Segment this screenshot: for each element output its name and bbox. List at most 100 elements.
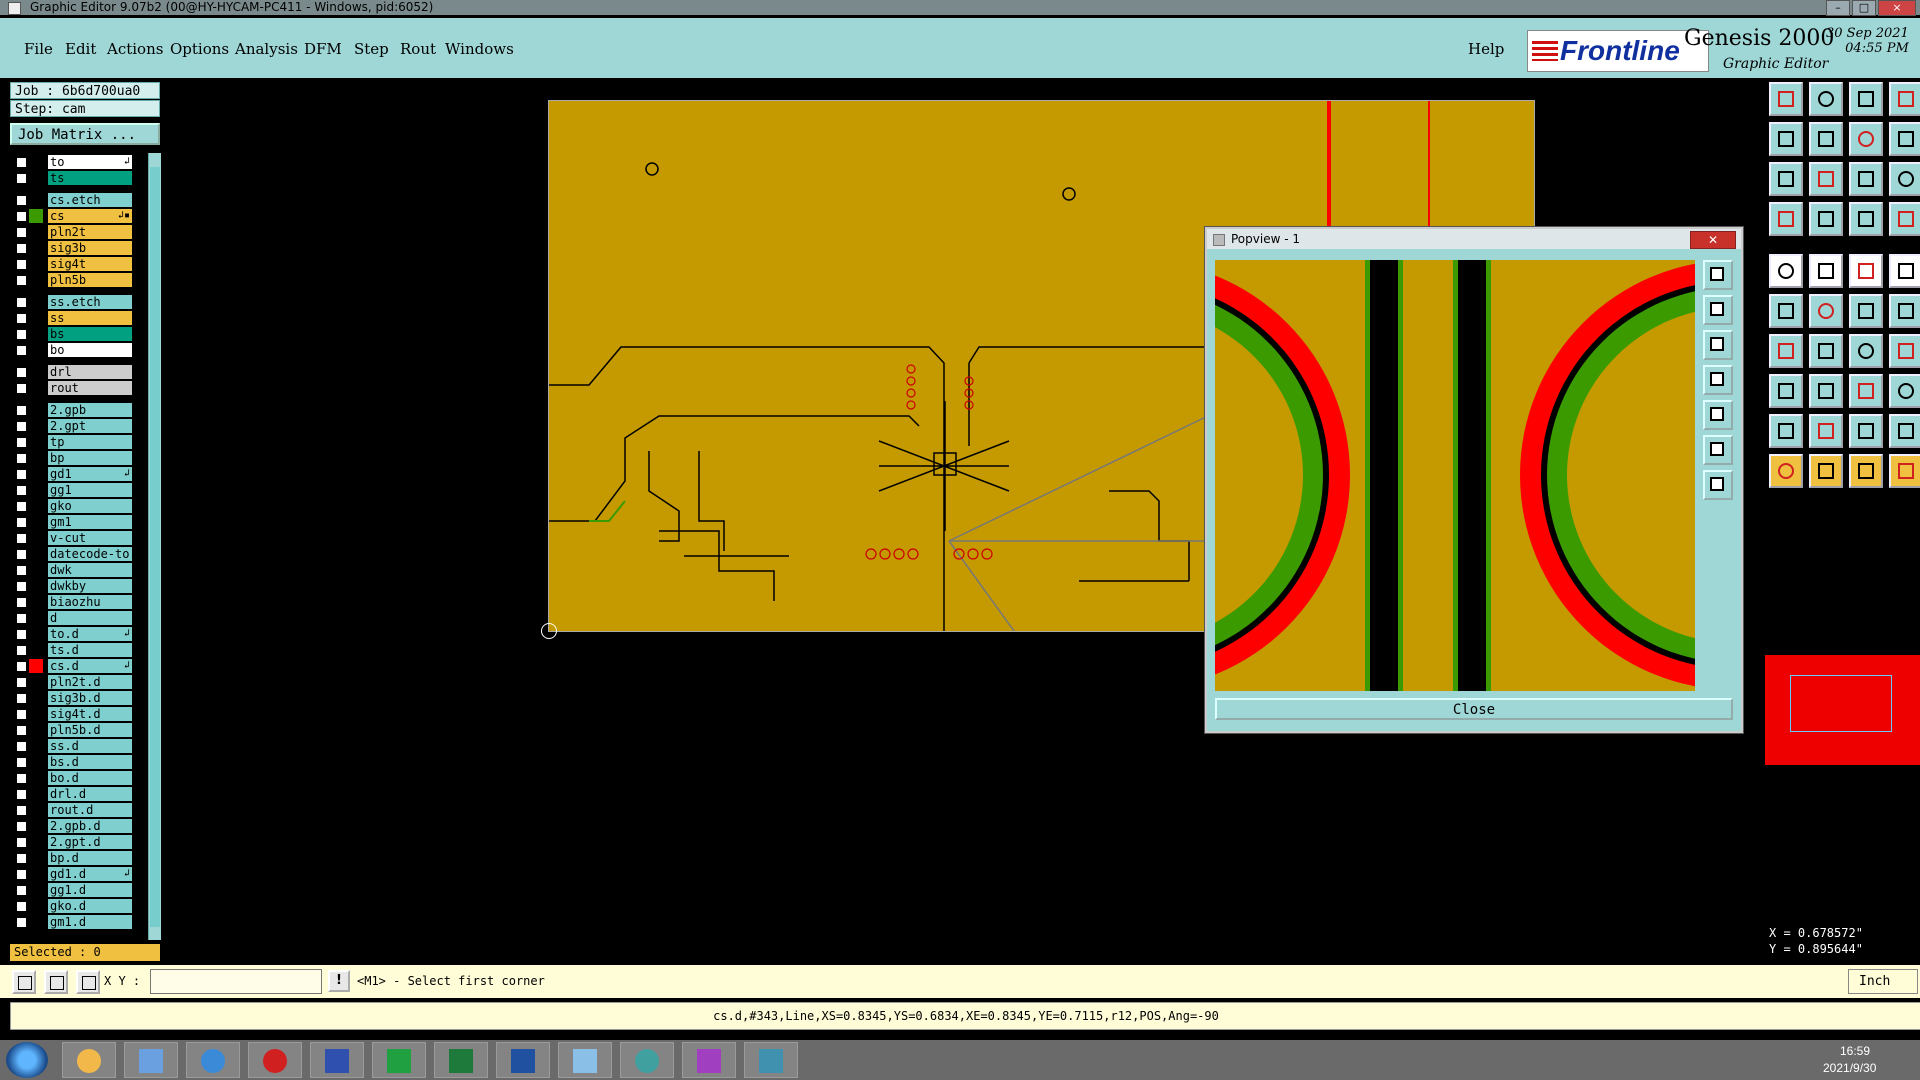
layer-name[interactable]: ss.d xyxy=(48,739,132,753)
layer-name[interactable]: bs.d xyxy=(48,755,132,769)
layer-checkbox[interactable] xyxy=(16,741,27,752)
tool-split-icon[interactable] xyxy=(1889,122,1920,156)
layer-row[interactable]: dwkby xyxy=(12,579,132,593)
layer-checkbox[interactable] xyxy=(16,709,27,720)
layer-row[interactable]: gm1.d xyxy=(12,915,132,929)
layer-color-swatch[interactable] xyxy=(29,483,43,497)
tool-a-icon[interactable] xyxy=(1809,414,1843,448)
tool-record-icon[interactable] xyxy=(1769,254,1803,288)
tool-select-icon[interactable] xyxy=(1769,374,1803,408)
taskbar-app-shell-icon[interactable] xyxy=(62,1042,116,1078)
layer-checkbox[interactable] xyxy=(16,853,27,864)
layer-color-swatch[interactable] xyxy=(29,563,43,577)
tool-scale-icon[interactable] xyxy=(1849,162,1883,196)
menu-file[interactable]: File xyxy=(24,40,53,58)
layer-checkbox[interactable] xyxy=(16,437,27,448)
layer-name[interactable]: to ↲ xyxy=(48,155,132,169)
layer-name[interactable]: ts.d xyxy=(48,643,132,657)
layer-name[interactable]: cs ↲▪ xyxy=(48,209,132,223)
layer-checkbox[interactable] xyxy=(16,757,27,768)
layer-row[interactable]: gd1 ↲ xyxy=(12,467,132,481)
taskbar-app-green-icon[interactable] xyxy=(372,1042,426,1078)
layer-name[interactable]: bs xyxy=(48,327,132,341)
layer-row[interactable]: gg1.d xyxy=(12,883,132,897)
layer-checkbox[interactable] xyxy=(16,613,27,624)
popview-pan-icon[interactable] xyxy=(1703,330,1733,360)
layer-row[interactable]: gd1.d ↲ xyxy=(12,867,132,881)
layer-name[interactable]: bp.d xyxy=(48,851,132,865)
maximize-button[interactable]: □ xyxy=(1852,0,1876,16)
layer-row[interactable]: rout.d xyxy=(12,803,132,817)
units-select[interactable]: Inch xyxy=(1848,969,1918,994)
layer-row[interactable]: 2.gpb.d xyxy=(12,819,132,833)
minimize-button[interactable]: – xyxy=(1826,0,1850,16)
tool-minus-icon[interactable] xyxy=(1809,374,1843,408)
layer-checkbox[interactable] xyxy=(16,195,27,206)
layer-row[interactable]: bp xyxy=(12,451,132,465)
layer-row[interactable]: biaozhu xyxy=(12,595,132,609)
taskbar-app-word-icon[interactable] xyxy=(496,1042,550,1078)
layer-name[interactable]: ts xyxy=(48,171,132,185)
layer-color-swatch[interactable] xyxy=(29,531,43,545)
tool-fit-icon[interactable] xyxy=(1849,122,1883,156)
taskbar-app-eye-icon[interactable] xyxy=(620,1042,674,1078)
taskbar-app-save-icon[interactable] xyxy=(310,1042,364,1078)
menu-rout[interactable]: Rout xyxy=(400,40,436,58)
tool-edit-icon[interactable] xyxy=(1889,334,1920,368)
layer-checkbox[interactable] xyxy=(16,821,27,832)
tool-layers-icon[interactable] xyxy=(1769,202,1803,236)
layer-checkbox[interactable] xyxy=(16,275,27,286)
menu-analysis[interactable]: Analysis xyxy=(235,40,298,58)
taskbar-app-foxit-icon[interactable] xyxy=(248,1042,302,1078)
layer-name[interactable]: dwkby xyxy=(48,579,132,593)
layer-row[interactable]: bp.d xyxy=(12,851,132,865)
layer-checkbox[interactable] xyxy=(16,597,27,608)
layer-name[interactable]: rout xyxy=(48,381,132,395)
taskbar-app-excel-icon[interactable] xyxy=(434,1042,488,1078)
layer-color-swatch[interactable] xyxy=(29,241,43,255)
layer-color-swatch[interactable] xyxy=(29,675,43,689)
layer-checkbox[interactable] xyxy=(16,211,27,222)
window-title-bar[interactable]: Graphic Editor 9.07b2 (00@HY-HYCAM-PC411… xyxy=(0,0,1920,16)
minimap-viewport[interactable] xyxy=(1790,675,1892,732)
layer-color-swatch[interactable] xyxy=(29,451,43,465)
layer-name[interactable]: gg1.d xyxy=(48,883,132,897)
menu-help[interactable]: Help xyxy=(1468,40,1504,58)
layer-color-swatch[interactable] xyxy=(29,547,43,561)
start-button[interactable] xyxy=(6,1042,48,1078)
menu-edit[interactable]: Edit xyxy=(65,40,96,58)
layer-color-swatch[interactable] xyxy=(29,611,43,625)
tool-save-icon[interactable] xyxy=(1809,82,1843,116)
layer-color-swatch[interactable] xyxy=(29,225,43,239)
layer-row[interactable]: bs xyxy=(12,327,132,341)
tool-mirror-icon[interactable] xyxy=(1849,374,1883,408)
layer-color-swatch[interactable] xyxy=(29,515,43,529)
menu-options[interactable]: Options xyxy=(170,40,229,58)
tool-draw-icon[interactable] xyxy=(1809,334,1843,368)
layer-color-swatch[interactable] xyxy=(29,419,43,433)
layer-checkbox[interactable] xyxy=(16,329,27,340)
layer-name[interactable]: 2.gpb xyxy=(48,403,132,417)
layer-row[interactable]: cs.etch xyxy=(12,193,132,207)
layer-row[interactable]: cs.d ↲ xyxy=(12,659,132,673)
layer-name[interactable]: gko xyxy=(48,499,132,513)
layer-color-swatch[interactable] xyxy=(29,707,43,721)
layer-name[interactable]: dwk xyxy=(48,563,132,577)
taskbar-app-notepad-icon[interactable] xyxy=(124,1042,178,1078)
layer-row[interactable]: pln5b.d xyxy=(12,723,132,737)
layer-color-swatch[interactable] xyxy=(29,691,43,705)
layer-name[interactable]: sig4t.d xyxy=(48,707,132,721)
layer-name[interactable]: gm1 xyxy=(48,515,132,529)
layer-name[interactable]: gg1 xyxy=(48,483,132,497)
layer-color-swatch[interactable] xyxy=(29,595,43,609)
tool-grid-icon[interactable] xyxy=(1889,202,1920,236)
taskbar-app-note-icon[interactable] xyxy=(558,1042,612,1078)
layer-color-swatch[interactable] xyxy=(29,755,43,769)
tool-home-icon[interactable] xyxy=(1849,82,1883,116)
layer-row[interactable]: datecode-to xyxy=(12,547,132,561)
layer-checkbox[interactable] xyxy=(16,837,27,848)
layer-row[interactable]: bo xyxy=(12,343,132,357)
tool-next-icon[interactable] xyxy=(1809,122,1843,156)
layer-color-swatch[interactable] xyxy=(29,867,43,881)
layer-row[interactable]: ss xyxy=(12,311,132,325)
